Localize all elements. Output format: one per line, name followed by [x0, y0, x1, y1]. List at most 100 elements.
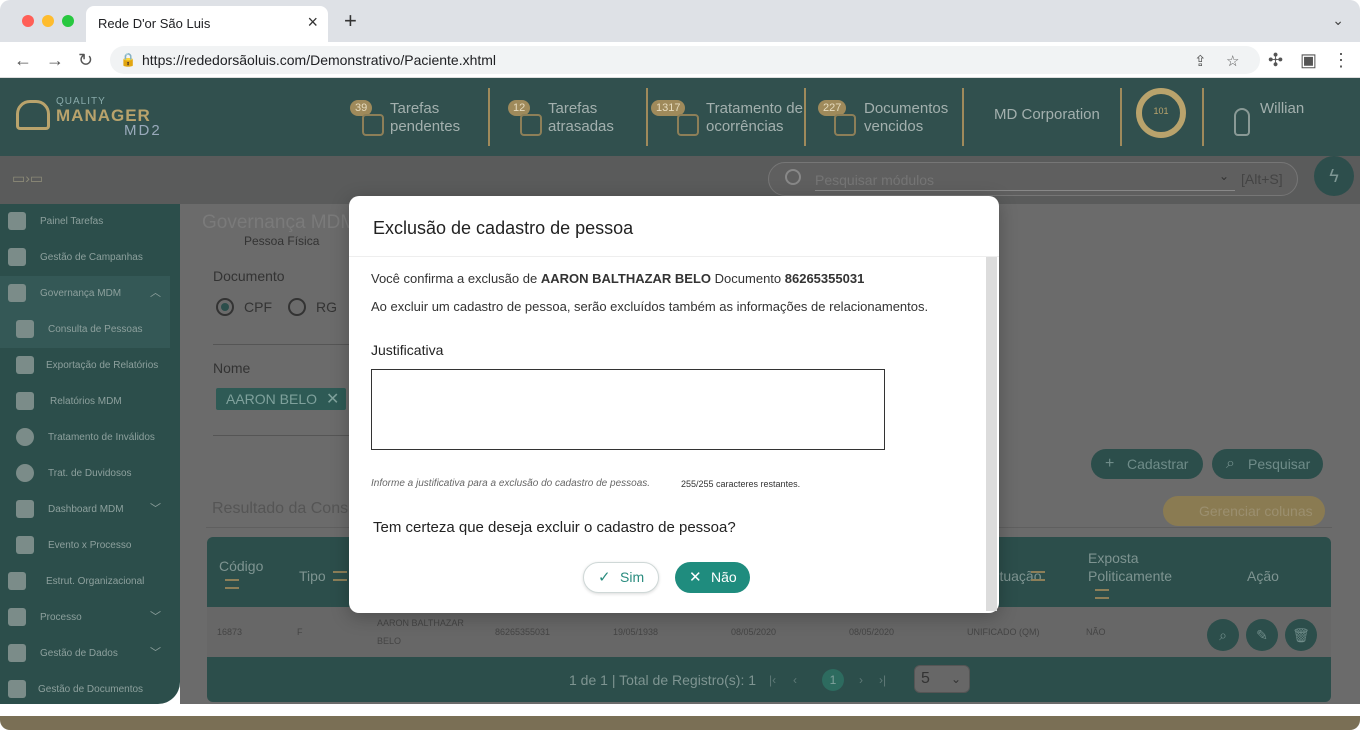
sidebar-item-governanca-mdm[interactable]: Governança MDM ︿ — [0, 276, 170, 312]
app-header: QUALITY MANAGER MD2 39 Tarefas pendentes … — [0, 78, 1360, 156]
close-icon: ✕ — [689, 569, 702, 586]
delete-person-dialog: Exclusão de cadastro de pessoa Você conf… — [349, 196, 999, 613]
view-icon[interactable]: ⌕ — [1207, 619, 1239, 651]
cadastrar-button[interactable]: + Cadastrar — [1091, 449, 1203, 479]
browser-menu-icon[interactable]: ⋮ — [1332, 50, 1350, 71]
tab-list-chevron-icon[interactable]: ⌄ — [1332, 12, 1344, 29]
side-panel-icon[interactable]: ▣ — [1300, 50, 1317, 71]
justificativa-textarea[interactable] — [371, 369, 885, 450]
header-tarefas-pendentes[interactable]: 39 Tarefas pendentes — [350, 78, 488, 156]
user-name[interactable]: Willian — [1260, 100, 1304, 117]
remove-chip-icon[interactable]: ✕ — [326, 389, 339, 409]
sort-icon[interactable] — [1031, 571, 1045, 581]
share-icon[interactable]: ⇪ — [1194, 52, 1207, 70]
minimize-window-icon[interactable] — [42, 15, 54, 27]
nome-chip[interactable]: AARON BELO ✕ — [216, 388, 346, 410]
bar-chart-icon — [16, 392, 34, 410]
url-field[interactable]: 🔒 https://rededorsãoluis.com/Demonstrati… — [110, 46, 1260, 74]
extensions-icon[interactable]: ✣ — [1268, 50, 1283, 71]
dashboard-icon — [16, 500, 34, 518]
table-row[interactable]: 16873 F AARON BALTHAZAR BELO 86265355031 … — [207, 607, 1331, 657]
justificativa-label: Justificativa — [371, 342, 444, 358]
plus-icon: + — [1105, 455, 1115, 472]
chevron-down-icon: ﹀ — [150, 647, 161, 659]
dialog-scrollbar[interactable] — [986, 257, 997, 611]
back-icon[interactable]: ← — [14, 50, 32, 71]
nome-label: Nome — [213, 360, 251, 376]
delete-icon[interactable]: 🗑 — [1285, 619, 1317, 651]
score-gauge[interactable]: 101 — [1136, 88, 1186, 138]
chevron-down-icon: ﹀ — [150, 611, 161, 623]
browser-tab[interactable]: Rede D'or São Luis × — [86, 6, 328, 42]
rg-radio[interactable] — [288, 298, 306, 316]
person-name: AARON BALTHAZAR BELO — [540, 271, 712, 286]
forward-icon[interactable]: → — [46, 50, 64, 71]
module-search: ⌄ [Alt+S] — [768, 162, 1298, 196]
search-icon — [785, 169, 801, 185]
header-documentos-vencidos[interactable]: 227 Documentos vencidos — [818, 78, 962, 156]
header-tarefas-atrasadas[interactable]: 12 Tarefas atrasadas — [508, 78, 646, 156]
list-icon — [8, 284, 26, 302]
documento-label: Documento — [213, 268, 285, 284]
corporation-name[interactable]: MD Corporation — [994, 106, 1100, 123]
sidebar-item-estrut-organizacional[interactable]: Estrut. Organizacional — [0, 564, 170, 600]
col-codigo[interactable]: Código — [219, 557, 263, 575]
reload-icon[interactable]: ↻ — [78, 50, 93, 71]
sidebar-item-relatorios-mdm[interactable]: Relatórios MDM — [0, 384, 170, 420]
col-tipo[interactable]: Tipo — [299, 567, 326, 585]
col-acao: Ação — [1247, 568, 1279, 584]
maximize-window-icon[interactable] — [62, 15, 74, 27]
download-icon — [16, 356, 34, 374]
last-page-icon[interactable]: ›| — [879, 673, 886, 687]
app-logo[interactable]: QUALITY MANAGER MD2 — [16, 96, 186, 140]
prev-page-icon[interactable]: ‹ — [793, 673, 797, 687]
current-page[interactable]: 1 — [822, 669, 844, 691]
sidebar-item-exportacao-relatorios[interactable]: Exportação de Relatórios — [0, 348, 170, 384]
sidebar-item-gestao-campanhas[interactable]: Gestão de Campanhas — [0, 240, 170, 276]
pagination-summary: 1 de 1 | Total de Registro(s): 1 — [569, 672, 757, 688]
sidebar-item-consulta-pessoas[interactable]: Consulta de Pessoas — [0, 312, 170, 348]
sidebar-item-gestao-documentos[interactable]: Gestão de Documentos — [0, 672, 170, 708]
breadcrumb-icon[interactable]: ▭›▭ — [12, 170, 43, 187]
close-window-icon[interactable] — [22, 15, 34, 27]
pessoa-fisica-option[interactable]: Pessoa Física — [244, 234, 319, 248]
sidebar-item-painel-tarefas[interactable]: Painel Tarefas — [0, 204, 170, 240]
sidebar-item-dashboard-mdm[interactable]: Dashboard MDM ﹀ — [0, 492, 170, 528]
sidebar-item-gestao-dados[interactable]: Gestão de Dados ﹀ — [0, 636, 170, 672]
alert-icon — [16, 428, 34, 446]
signature-icon — [16, 536, 34, 554]
sort-icon[interactable] — [333, 571, 347, 581]
lightning-icon[interactable]: ϟ — [1314, 156, 1354, 196]
nao-button[interactable]: ✕ Não — [675, 562, 750, 593]
document-icon — [834, 114, 856, 136]
new-tab-icon[interactable]: + — [344, 8, 357, 34]
bookmark-star-icon[interactable]: ☆ — [1226, 52, 1239, 70]
chevron-up-icon: ︿ — [150, 287, 161, 299]
sort-icon[interactable] — [225, 579, 239, 589]
download-icon — [8, 680, 26, 698]
module-search-input[interactable] — [815, 169, 1235, 191]
copy-icon — [8, 248, 26, 266]
search-shortcut: [Alt+S] — [1241, 171, 1283, 187]
sidebar-item-evento-processo[interactable]: Evento x Processo — [0, 528, 170, 564]
next-page-icon[interactable]: › — [859, 673, 863, 687]
sim-button[interactable]: ✓ Sim — [583, 562, 659, 593]
header-tratamento-ocorrencias[interactable]: 1317 Tratamento de ocorrências — [651, 78, 811, 156]
hierarchy-icon — [8, 608, 26, 626]
hierarchy-icon — [8, 644, 26, 662]
chevron-down-icon[interactable]: ⌄ — [1219, 169, 1229, 183]
col-exposta[interactable]: Exposta Politicamente — [1088, 549, 1172, 585]
pesquisar-button[interactable]: ⌕ Pesquisar — [1212, 449, 1323, 479]
gerenciar-colunas-button[interactable]: Gerenciar colunas — [1163, 496, 1325, 526]
sidebar-item-tratamento-invalidos[interactable]: Tratamento de Inválidos — [0, 420, 170, 456]
sidebar-item-trat-duvidosos[interactable]: Trat. de Duvidosos — [0, 456, 170, 492]
user-icon[interactable] — [1234, 108, 1250, 136]
sidebar-item-processo[interactable]: Processo ﹀ — [0, 600, 170, 636]
page-size-select[interactable]: 5 ⌄ — [914, 665, 970, 693]
cpf-radio[interactable] — [216, 298, 234, 316]
chevron-down-icon: ⌄ — [950, 672, 961, 686]
tab-close-icon[interactable]: × — [307, 12, 318, 33]
sort-icon[interactable] — [1095, 589, 1109, 599]
edit-icon[interactable]: ✎ — [1246, 619, 1278, 651]
first-page-icon[interactable]: |‹ — [769, 673, 776, 687]
